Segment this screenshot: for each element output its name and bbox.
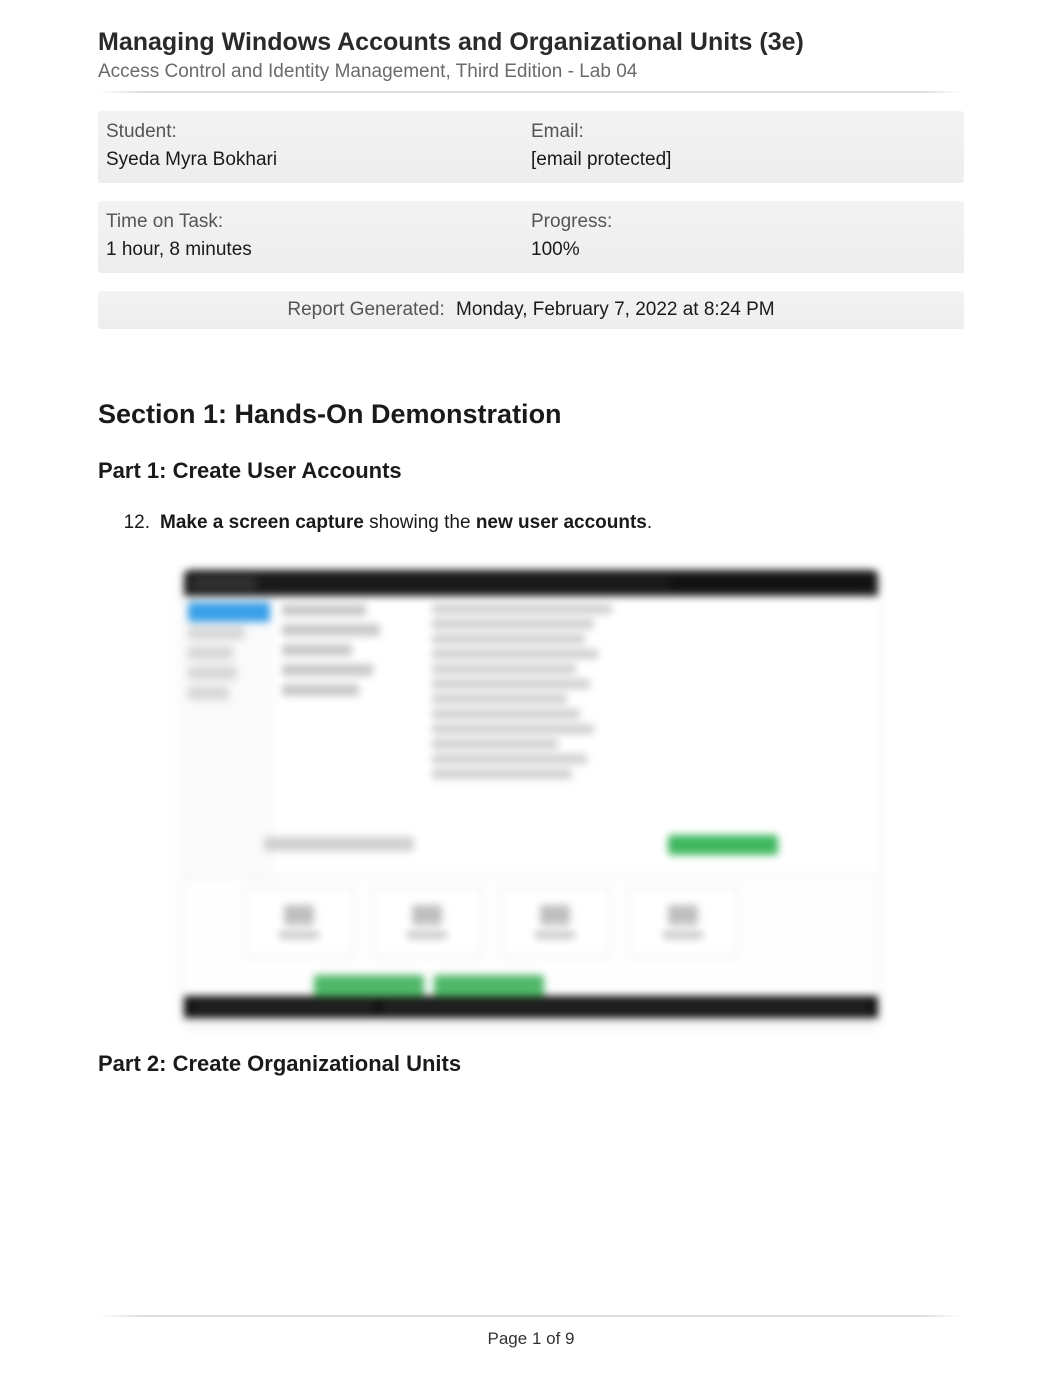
student-value: Syeda Myra Bokhari [106,149,531,171]
screenshot-container [98,570,964,1025]
email-label: Email: [531,121,956,143]
report-generated-label: Report Generated: [287,299,444,320]
task-bold-2: new user accounts [476,512,647,533]
header-divider [98,91,964,93]
part2-heading: Part 2: Create Organizational Units [98,1051,964,1077]
task-number: 12. [122,512,160,534]
document-title: Managing Windows Accounts and Organizati… [98,28,964,57]
task-text: Make a screen capture showing the new us… [160,512,652,534]
task-end: . [647,512,652,533]
time-label: Time on Task: [106,211,531,233]
task-bold-1: Make a screen capture [160,512,364,533]
footer-divider [98,1315,964,1317]
time-progress-block: Time on Task: 1 hour, 8 minutes Progress… [98,201,964,273]
student-email-block: Student: Syeda Myra Bokhari Email: [emai… [98,111,964,183]
section-heading: Section 1: Hands-On Demonstration [98,399,964,430]
email-value: [email protected] [531,149,956,171]
time-value: 1 hour, 8 minutes [106,239,531,261]
student-label: Student: [106,121,531,143]
task-mid: showing the [364,512,476,533]
report-generated-block: Report Generated: Monday, February 7, 20… [98,291,964,329]
part1-heading: Part 1: Create User Accounts [98,458,964,484]
task-item: 12. Make a screen capture showing the ne… [122,512,964,534]
document-subtitle: Access Control and Identity Management, … [98,61,964,83]
report-generated-value: Monday, February 7, 2022 at 8:24 PM [456,299,775,320]
progress-label: Progress: [531,211,956,233]
blurred-screenshot [184,570,878,1025]
page-footer: Page 1 of 9 [0,1329,1062,1349]
progress-value: 100% [531,239,956,261]
